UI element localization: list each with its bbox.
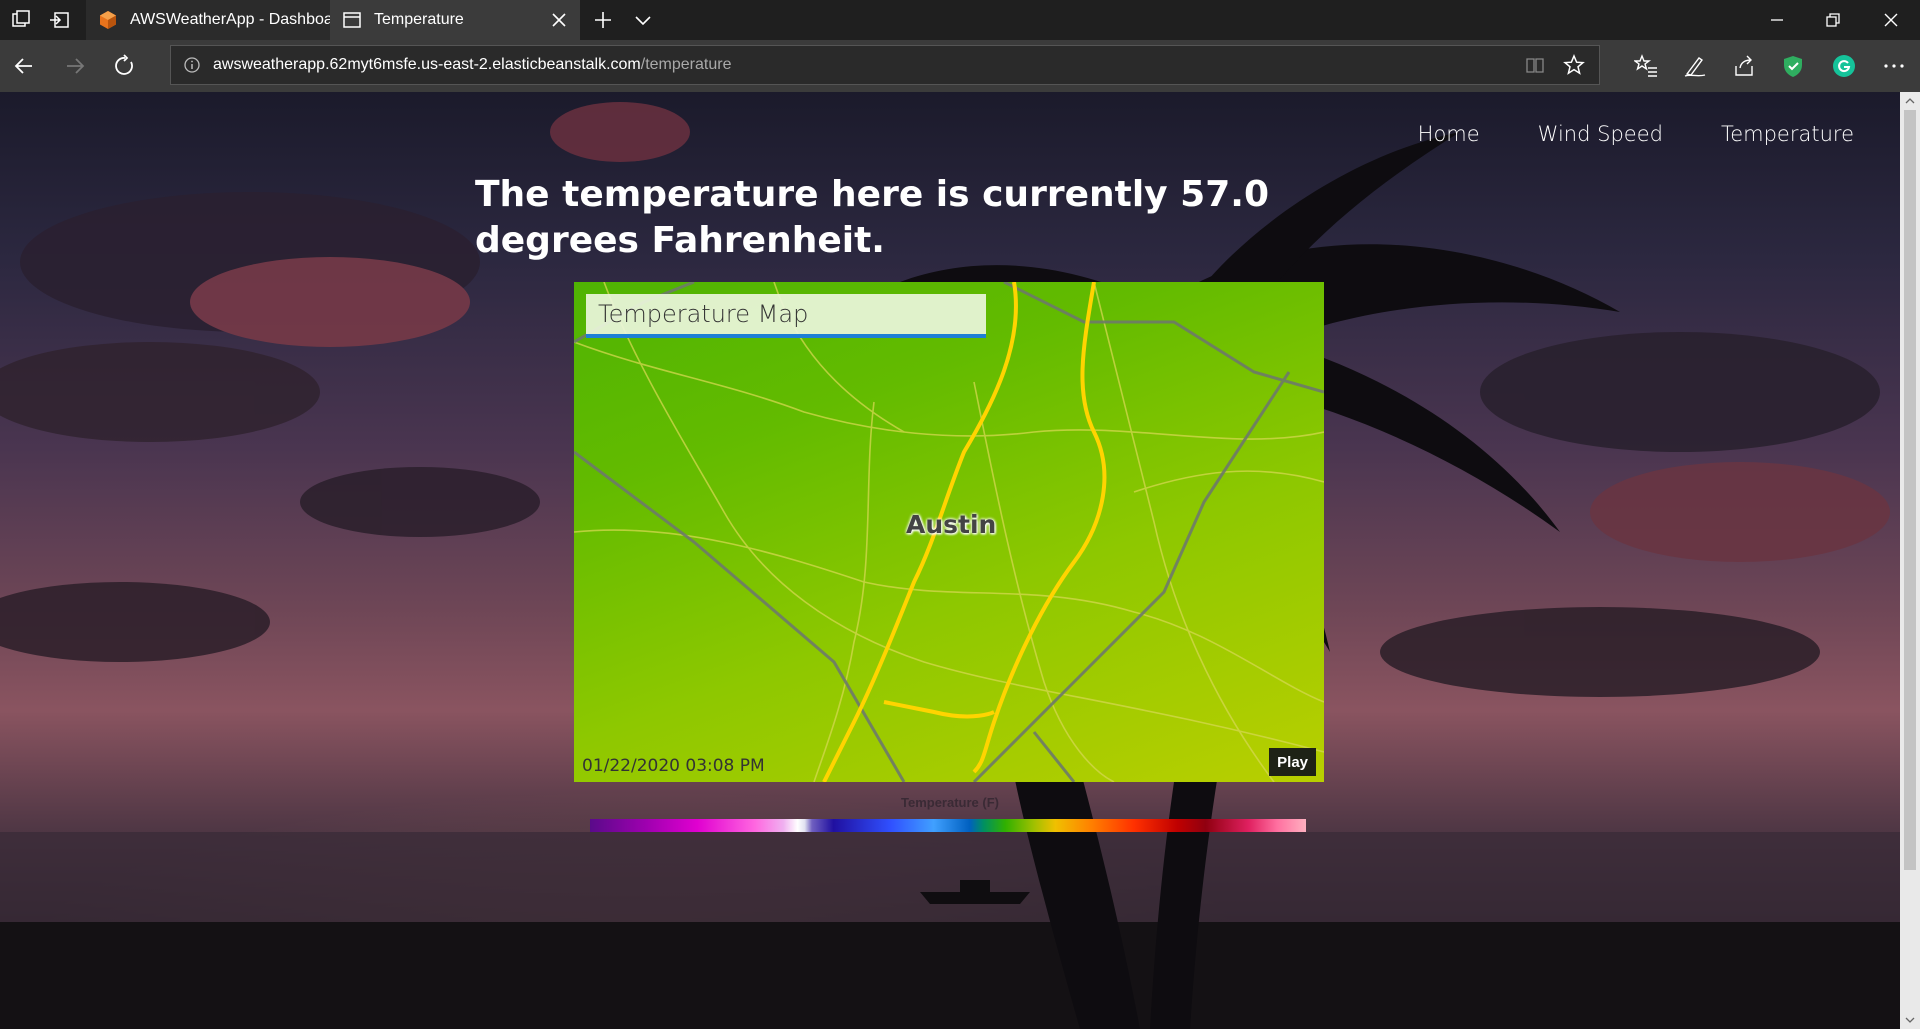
site-info-icon[interactable] <box>183 56 201 74</box>
map-timestamp: 01/22/2020 03:08 PM <box>582 756 765 776</box>
shield-icon[interactable] <box>1781 54 1805 78</box>
tab-actions-icon[interactable] <box>10 9 32 31</box>
tab-bar: AWSWeatherApp - Dashboa Temperature <box>0 0 1920 40</box>
restore-icon[interactable] <box>1823 10 1843 30</box>
legend-title: Temperature (F) <box>901 795 999 810</box>
more-options-icon[interactable] <box>1882 54 1906 78</box>
page-icon <box>343 12 361 28</box>
temperature-map[interactable]: Temperature Map Austin 01/22/2020 03:08 … <box>574 282 1324 782</box>
grammarly-icon[interactable] <box>1832 54 1856 78</box>
tab-temperature[interactable]: Temperature <box>330 0 580 40</box>
close-tab-icon[interactable] <box>550 11 568 29</box>
favorite-star-icon[interactable] <box>1563 54 1585 76</box>
tab-aws-dashboard[interactable]: AWSWeatherApp - Dashboa <box>86 0 330 40</box>
address-bar-row: awsweatherapp.62myt6msfe.us-east-2.elast… <box>0 40 1920 92</box>
aws-cube-icon <box>100 11 116 29</box>
temperature-color-scale <box>590 819 1306 832</box>
scroll-down-icon[interactable] <box>1905 1015 1915 1025</box>
url-bar[interactable]: awsweatherapp.62myt6msfe.us-east-2.elast… <box>170 45 1600 85</box>
main-nav: Home Wind Speed Temperature <box>1418 122 1854 146</box>
tab-title: Temperature <box>374 11 464 28</box>
page-scrollbar[interactable] <box>1900 92 1920 1029</box>
map-title: Temperature Map <box>598 300 809 328</box>
scroll-up-icon[interactable] <box>1905 96 1915 106</box>
city-label: Austin <box>906 510 997 539</box>
play-button[interactable]: Play <box>1269 748 1316 776</box>
pen-notes-icon[interactable] <box>1683 54 1707 78</box>
url-host: awsweatherapp.62myt6msfe.us-east-2.elast… <box>213 56 641 73</box>
tab-title: AWSWeatherApp - Dashboa <box>130 11 330 28</box>
scroll-thumb[interactable] <box>1904 110 1916 870</box>
reading-view-icon[interactable] <box>1525 55 1545 75</box>
nav-temperature[interactable]: Temperature <box>1721 122 1854 146</box>
set-tabs-aside-icon[interactable] <box>48 9 70 31</box>
nav-wind-speed[interactable]: Wind Speed <box>1538 122 1663 146</box>
refresh-icon[interactable] <box>113 54 137 78</box>
favorites-list-icon[interactable] <box>1634 54 1658 78</box>
url-path: /temperature <box>640 56 732 73</box>
new-tab-icon[interactable] <box>592 9 614 31</box>
page-background: Home Wind Speed Temperature The temperat… <box>0 92 1900 1029</box>
map-title-box: Temperature Map <box>586 294 986 338</box>
share-icon[interactable] <box>1732 54 1756 78</box>
forward-icon[interactable] <box>63 54 87 78</box>
temperature-headline: The temperature here is currently 57.0 d… <box>475 174 1269 261</box>
minimize-icon[interactable] <box>1767 10 1787 30</box>
chevron-down-icon[interactable] <box>632 9 654 31</box>
close-window-icon[interactable] <box>1881 10 1901 30</box>
back-icon[interactable] <box>12 54 36 78</box>
nav-home[interactable]: Home <box>1418 122 1480 146</box>
